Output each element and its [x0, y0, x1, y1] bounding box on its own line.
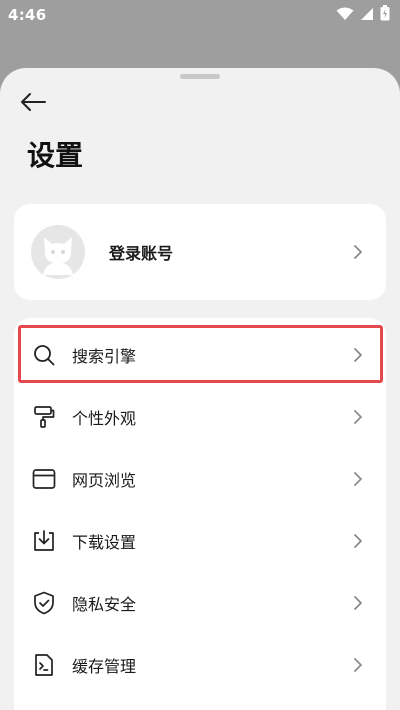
menu-item-cache-management[interactable]: 缓存管理 — [14, 634, 386, 696]
browser-window-icon — [31, 466, 57, 492]
chevron-right-icon — [348, 531, 368, 551]
battery-icon — [380, 5, 390, 25]
back-button[interactable] — [18, 92, 48, 116]
menu-item-web-browsing[interactable]: 网页浏览 — [14, 448, 386, 510]
download-icon — [31, 528, 57, 554]
chevron-right-icon — [348, 655, 368, 675]
menu-item-label: 缓存管理 — [72, 657, 137, 676]
menu-item-label: 个性外观 — [72, 409, 137, 428]
settings-menu: 搜索引擎 个性外观 网页浏览 下载设置 隐私安全 缓存管理 — [14, 318, 386, 710]
wifi-icon — [336, 6, 354, 25]
chevron-right-icon — [348, 242, 368, 262]
account-login-label: 登录账号 — [109, 244, 174, 263]
terminal-file-icon — [31, 652, 57, 678]
menu-item-label: 隐私安全 — [72, 595, 137, 614]
avatar — [31, 225, 85, 279]
status-bar: 4:46 — [0, 0, 400, 30]
chevron-right-icon — [348, 593, 368, 613]
shield-check-icon — [31, 590, 57, 616]
page-title: 设置 — [27, 139, 84, 172]
search-icon — [31, 342, 57, 368]
menu-item-download-settings[interactable]: 下载设置 — [14, 510, 386, 572]
drag-handle[interactable] — [180, 74, 220, 79]
menu-item-label: 搜索引擎 — [72, 347, 137, 366]
menu-item-privacy-security[interactable]: 隐私安全 — [14, 572, 386, 634]
cellular-signal-icon — [360, 6, 374, 25]
paint-roller-icon — [31, 404, 57, 430]
chevron-right-icon — [348, 407, 368, 427]
status-icons — [336, 5, 390, 25]
menu-item-label: 下载设置 — [72, 533, 137, 552]
menu-item-appearance[interactable]: 个性外观 — [14, 386, 386, 448]
chevron-right-icon — [348, 469, 368, 489]
settings-sheet: 设置 登录账号 搜索引擎 个性外观 网页浏览 下载设置 隐私安全 缓存管理 — [0, 68, 400, 710]
cat-avatar-icon — [39, 231, 77, 279]
chevron-right-icon — [348, 345, 368, 365]
back-arrow-icon — [20, 92, 46, 116]
menu-item-search-engine[interactable]: 搜索引擎 — [14, 324, 386, 386]
status-time: 4:46 — [8, 6, 47, 24]
account-login-row[interactable]: 登录账号 — [14, 204, 386, 300]
menu-item-label: 网页浏览 — [72, 471, 137, 490]
